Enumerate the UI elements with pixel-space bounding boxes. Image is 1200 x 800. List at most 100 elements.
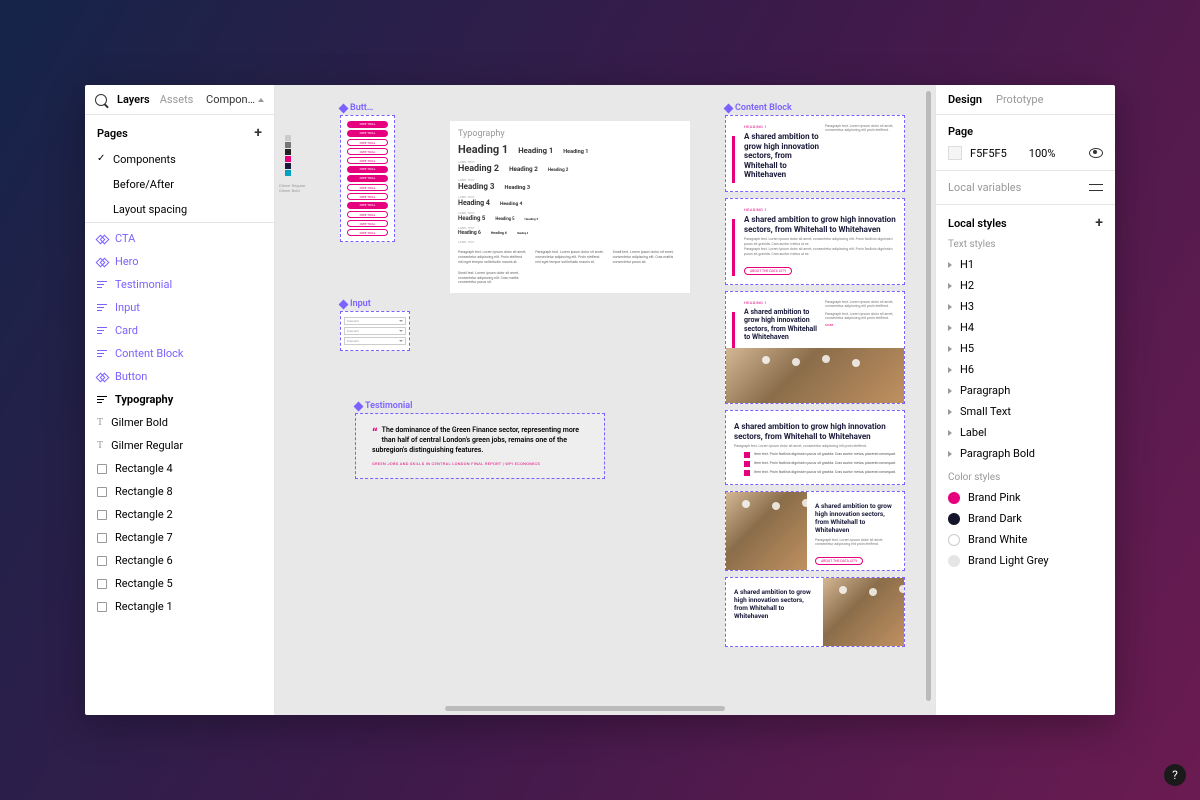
layer-item[interactable]: Hero (85, 250, 274, 273)
typography-frame[interactable]: Typography Heading 1Heading 1Heading 1LA… (450, 121, 690, 293)
layer-item[interactable]: CTA (85, 227, 274, 250)
swatch (285, 149, 291, 155)
list-item: Item text. Proin facilisis dignissim pur… (744, 470, 896, 476)
text-style-item[interactable]: H6 (948, 359, 1103, 380)
content-block[interactable]: HEADING 1 A shared ambition to grow high… (725, 291, 905, 405)
layer-item[interactable]: TGilmer Bold (85, 411, 274, 434)
content-block[interactable]: A shared ambition to grow high innovatio… (725, 410, 905, 485)
content-block[interactable]: A shared ambition to grow high innovatio… (725, 491, 905, 571)
typo-para-3: Small text. Lorem ipsum dolor sit amet, … (613, 250, 682, 265)
layer-item[interactable]: Testimonial (85, 273, 274, 296)
color-swatch-icon (948, 492, 960, 504)
chevron-right-icon (948, 283, 952, 289)
input-frame[interactable]: Free text Free text Free text (340, 311, 410, 351)
chevron-right-icon (948, 430, 952, 436)
page-item[interactable]: Components (85, 147, 274, 172)
layer-item[interactable]: Rectangle 4 (85, 457, 274, 480)
color-swatch-icon (948, 555, 960, 567)
layer-item[interactable]: Rectangle 1 (85, 595, 274, 618)
content-image (823, 578, 904, 646)
color-styles-header: Color styles (948, 472, 1103, 483)
frame-label-buttons[interactable]: Butt… (340, 103, 373, 113)
testimonial-frame[interactable]: “ The dominance of the Green Finance sec… (355, 413, 605, 479)
color-swatch-icon (948, 534, 960, 546)
buttons-frame[interactable]: FREE TRIAL FREE TRIAL FREE TRIAL FREE TRIAL… (340, 115, 395, 242)
color-style-item[interactable]: Brand Dark (948, 508, 1103, 529)
layer-item[interactable]: Typography (85, 388, 274, 411)
search-icon[interactable] (95, 94, 107, 106)
swatch (285, 170, 291, 176)
layer-item[interactable]: Rectangle 7 (85, 526, 274, 549)
list-item: Item text. Proin facilisis dignissim pur… (744, 452, 896, 458)
button-variant: FREE TRIAL (347, 175, 388, 182)
rect-icon (97, 556, 107, 566)
chevron-right-icon (948, 451, 952, 457)
text-style-item[interactable]: Paragraph Bold (948, 443, 1103, 464)
scrollbar-horizontal[interactable] (445, 706, 725, 711)
button-variant: FREE TRIAL (347, 130, 388, 137)
text-style-item[interactable]: H3 (948, 296, 1103, 317)
layer-item[interactable]: Rectangle 2 (85, 503, 274, 526)
quote-icon: “ (372, 426, 378, 442)
button-variant: FREE TRIAL (347, 139, 388, 146)
color-style-item[interactable]: Brand White (948, 529, 1103, 550)
layer-item[interactable]: Card (85, 319, 274, 342)
color-swatch-icon (948, 513, 960, 525)
frame-label-content-block[interactable]: Content Block (725, 103, 792, 113)
tab-assets[interactable]: Assets (160, 93, 194, 106)
left-panel: Layers Assets Compon… Pages + Components… (85, 85, 275, 715)
rect-icon (97, 533, 107, 543)
settings-icon[interactable] (1089, 182, 1103, 194)
page-item[interactable]: Before/After (85, 172, 274, 197)
layer-item[interactable]: TGilmer Regular (85, 434, 274, 457)
content-block[interactable]: A shared ambition to grow high innovatio… (725, 577, 905, 647)
cta-button[interactable]: ABOUT THE DATA CITY (744, 267, 792, 275)
add-style-button[interactable]: + (1095, 215, 1103, 231)
content-block[interactable]: HEADING 1 A shared ambition to grow high… (725, 115, 905, 192)
button-variant: FREE TRIAL (347, 220, 388, 227)
pages-header: Pages + (85, 115, 274, 147)
page-opacity[interactable]: 100% (1029, 147, 1056, 160)
page-color-swatch[interactable] (948, 146, 962, 160)
frame-label-testimonial[interactable]: Testimonial (355, 401, 412, 411)
scrollbar-vertical[interactable] (926, 91, 931, 701)
layer-item[interactable]: Input (85, 296, 274, 319)
color-style-item[interactable]: Brand Light Grey (948, 550, 1103, 571)
frame-label-input[interactable]: Input (340, 299, 371, 309)
layer-item[interactable]: Content Block (85, 342, 274, 365)
page-color-value[interactable]: F5F5F5 (970, 147, 1007, 160)
local-variables-section[interactable]: Local variables (936, 171, 1115, 205)
button-variant: FREE TRIAL (347, 148, 388, 155)
text-style-item[interactable]: Small Text (948, 401, 1103, 422)
input-sample: Free text (344, 317, 406, 325)
tab-design[interactable]: Design (948, 93, 982, 106)
list-item: Item text. Proin facilisis dignissim pur… (744, 461, 896, 467)
button-variant: FREE TRIAL (347, 157, 388, 164)
canvas[interactable]: Gilmer Regular Gilmer Bold Butt… FREE TR… (275, 85, 935, 715)
layer-item[interactable]: Rectangle 8 (85, 480, 274, 503)
typo-para-1: Paragraph text. Lorem ipsum dolor sit am… (458, 250, 527, 265)
comp-icon (97, 234, 107, 244)
typo-para-2: Paragraph text. Lorem ipsum dolor sit am… (535, 250, 604, 265)
visibility-icon[interactable] (1089, 148, 1103, 158)
page-item[interactable]: Layout spacing (85, 197, 274, 222)
text-style-item[interactable]: Paragraph (948, 380, 1103, 401)
color-style-item[interactable]: Brand Pink (948, 487, 1103, 508)
tab-prototype[interactable]: Prototype (996, 93, 1043, 106)
content-block[interactable]: HEADING 1 A shared ambition to grow high… (725, 198, 905, 285)
chevron-right-icon (948, 304, 952, 310)
text-style-item[interactable]: H2 (948, 275, 1103, 296)
left-panel-tabs: Layers Assets Compon… (85, 85, 274, 115)
layer-item[interactable]: Rectangle 6 (85, 549, 274, 572)
text-style-item[interactable]: H5 (948, 338, 1103, 359)
chevron-right-icon (948, 367, 952, 373)
text-style-item[interactable]: H4 (948, 317, 1103, 338)
page-selector[interactable]: Compon… (206, 93, 264, 106)
layer-item[interactable]: Button (85, 365, 274, 388)
add-page-button[interactable]: + (254, 125, 262, 141)
tab-layers[interactable]: Layers (117, 93, 150, 106)
text-style-item[interactable]: Label (948, 422, 1103, 443)
page-section: Page F5F5F5 100% (936, 115, 1115, 171)
layer-item[interactable]: Rectangle 5 (85, 572, 274, 595)
text-style-item[interactable]: H1 (948, 254, 1103, 275)
